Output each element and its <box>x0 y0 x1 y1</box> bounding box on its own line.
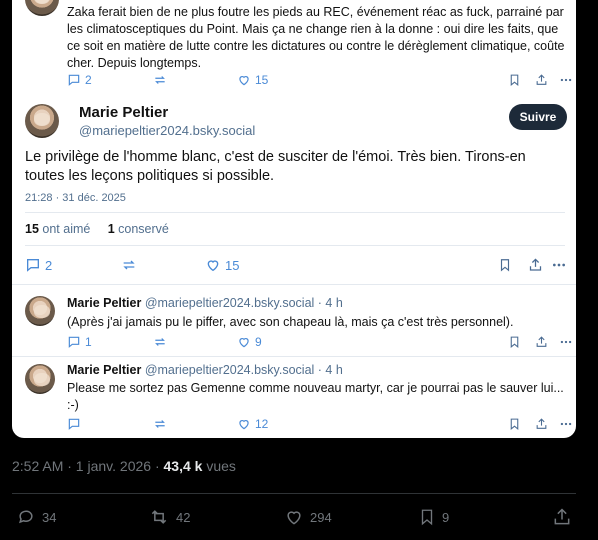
reply-author-name[interactable]: Marie Peltier <box>67 296 141 310</box>
reply-icon <box>68 418 80 430</box>
more-options-button[interactable] <box>559 73 573 87</box>
reply-text: Please me sortez pas Gemenne comme nouve… <box>67 381 564 412</box>
views-label: vues <box>202 458 236 474</box>
reply-header: Marie Peltier @mariepeltier2024.bsky.soc… <box>67 362 572 379</box>
share-icon <box>554 508 570 525</box>
reply-author-name[interactable]: Marie Peltier <box>67 363 141 377</box>
more-icon <box>560 78 572 82</box>
reply-icon <box>68 74 80 86</box>
more-icon <box>560 422 572 426</box>
bookmark-icon <box>500 259 510 272</box>
divider <box>12 356 576 357</box>
reply-button[interactable]: 2 <box>67 73 92 87</box>
reply-icon <box>68 336 80 348</box>
main-post-text: Le privilège de l'homme blanc, c'est de … <box>25 149 526 184</box>
x-post-time[interactable]: 2:52 AM · 1 janv. 2026 · <box>12 458 164 474</box>
divider <box>25 212 565 213</box>
repost-icon <box>155 420 165 428</box>
more-options-button[interactable] <box>559 417 573 431</box>
like-button[interactable]: 15 <box>237 73 268 87</box>
avatar[interactable] <box>25 0 59 16</box>
author-name[interactable]: Marie Peltier <box>79 104 168 121</box>
reply-icon <box>27 259 39 272</box>
reply-actions: 1 9 <box>67 335 572 353</box>
post-stats: 15 ont aimé 1 conservé <box>25 222 169 236</box>
likes-stat[interactable]: 15 ont aimé <box>25 222 90 236</box>
repost-button[interactable]: 42 <box>148 507 190 527</box>
like-button[interactable]: 15 <box>205 257 239 273</box>
like-button[interactable]: 294 <box>284 507 332 527</box>
saves-stat[interactable]: 1 conservé <box>108 222 169 236</box>
author-handle[interactable]: @mariepeltier2024.bsky.social <box>79 123 255 138</box>
like-button[interactable]: 12 <box>237 417 268 431</box>
bookmark-icon <box>510 74 519 87</box>
more-icon <box>553 263 565 267</box>
repost-icon <box>151 510 167 524</box>
divider <box>12 493 576 494</box>
embedded-bluesky-thread: Zaka ferait bien de ne plus foutre les p… <box>12 0 576 438</box>
divider <box>25 245 565 246</box>
reply-button[interactable]: 2 <box>25 257 52 273</box>
repost-icon <box>155 76 165 84</box>
bookmark-icon <box>510 336 519 349</box>
x-post-meta: 2:52 AM · 1 janv. 2026 · 43,4 k vues <box>12 458 236 474</box>
share-icon <box>529 258 542 271</box>
previous-post-text: Zaka ferait bien de ne plus foutre les p… <box>67 5 565 70</box>
divider <box>12 284 576 285</box>
heart-icon <box>239 76 249 86</box>
bookmark-button[interactable] <box>508 335 521 349</box>
share-icon <box>536 74 547 85</box>
share-icon <box>536 418 547 429</box>
avatar[interactable] <box>25 296 55 326</box>
bookmark-icon <box>510 418 519 431</box>
avatar[interactable] <box>25 104 59 138</box>
repost-button[interactable] <box>121 257 137 273</box>
heart-icon <box>239 338 249 348</box>
avatar[interactable] <box>25 364 55 394</box>
heart-icon <box>239 420 249 430</box>
bookmark-button[interactable] <box>508 73 521 87</box>
like-button[interactable]: 9 <box>237 335 262 349</box>
share-button[interactable] <box>528 257 543 273</box>
reply-button[interactable]: 34 <box>16 507 56 527</box>
share-button[interactable] <box>535 73 548 87</box>
bookmark-icon <box>421 509 433 526</box>
more-options-button[interactable] <box>559 335 573 349</box>
x-post-actions: 34 42 294 9 <box>12 507 588 531</box>
reply-meta: @mariepeltier2024.bsky.social · 4 h <box>144 296 343 310</box>
share-icon <box>536 336 547 347</box>
bookmark-button[interactable] <box>498 257 512 273</box>
repost-icon <box>123 260 135 270</box>
heart-icon <box>287 511 301 525</box>
repost-button[interactable] <box>153 417 167 431</box>
follow-button[interactable]: Suivre <box>509 104 567 130</box>
post-timestamp[interactable]: 21:28 · 31 déc. 2025 <box>25 192 126 204</box>
reply-icon <box>19 510 33 524</box>
more-icon <box>560 340 572 344</box>
previous-post-actions: 2 15 <box>67 73 572 91</box>
reply-text: (Après j'ai jamais pu le piffer, avec so… <box>67 315 514 329</box>
more-options-button[interactable] <box>551 257 567 273</box>
repost-icon <box>155 338 165 346</box>
reply-button[interactable]: 1 <box>67 335 92 349</box>
bookmark-button[interactable]: 9 <box>418 507 449 527</box>
reply-button[interactable] <box>67 417 85 431</box>
heart-icon <box>207 260 219 272</box>
main-post-actions: 2 15 <box>25 257 565 275</box>
bookmark-button[interactable] <box>508 417 521 431</box>
views-count: 43,4 k <box>163 458 203 474</box>
share-button[interactable] <box>552 507 572 527</box>
reply-header: Marie Peltier @mariepeltier2024.bsky.soc… <box>67 295 572 312</box>
repost-button[interactable] <box>153 73 167 87</box>
reply-meta: @mariepeltier2024.bsky.social · 4 h <box>144 363 343 377</box>
share-button[interactable] <box>535 417 548 431</box>
reply-actions: 12 <box>67 417 572 435</box>
repost-button[interactable] <box>153 335 167 349</box>
share-button[interactable] <box>535 335 548 349</box>
